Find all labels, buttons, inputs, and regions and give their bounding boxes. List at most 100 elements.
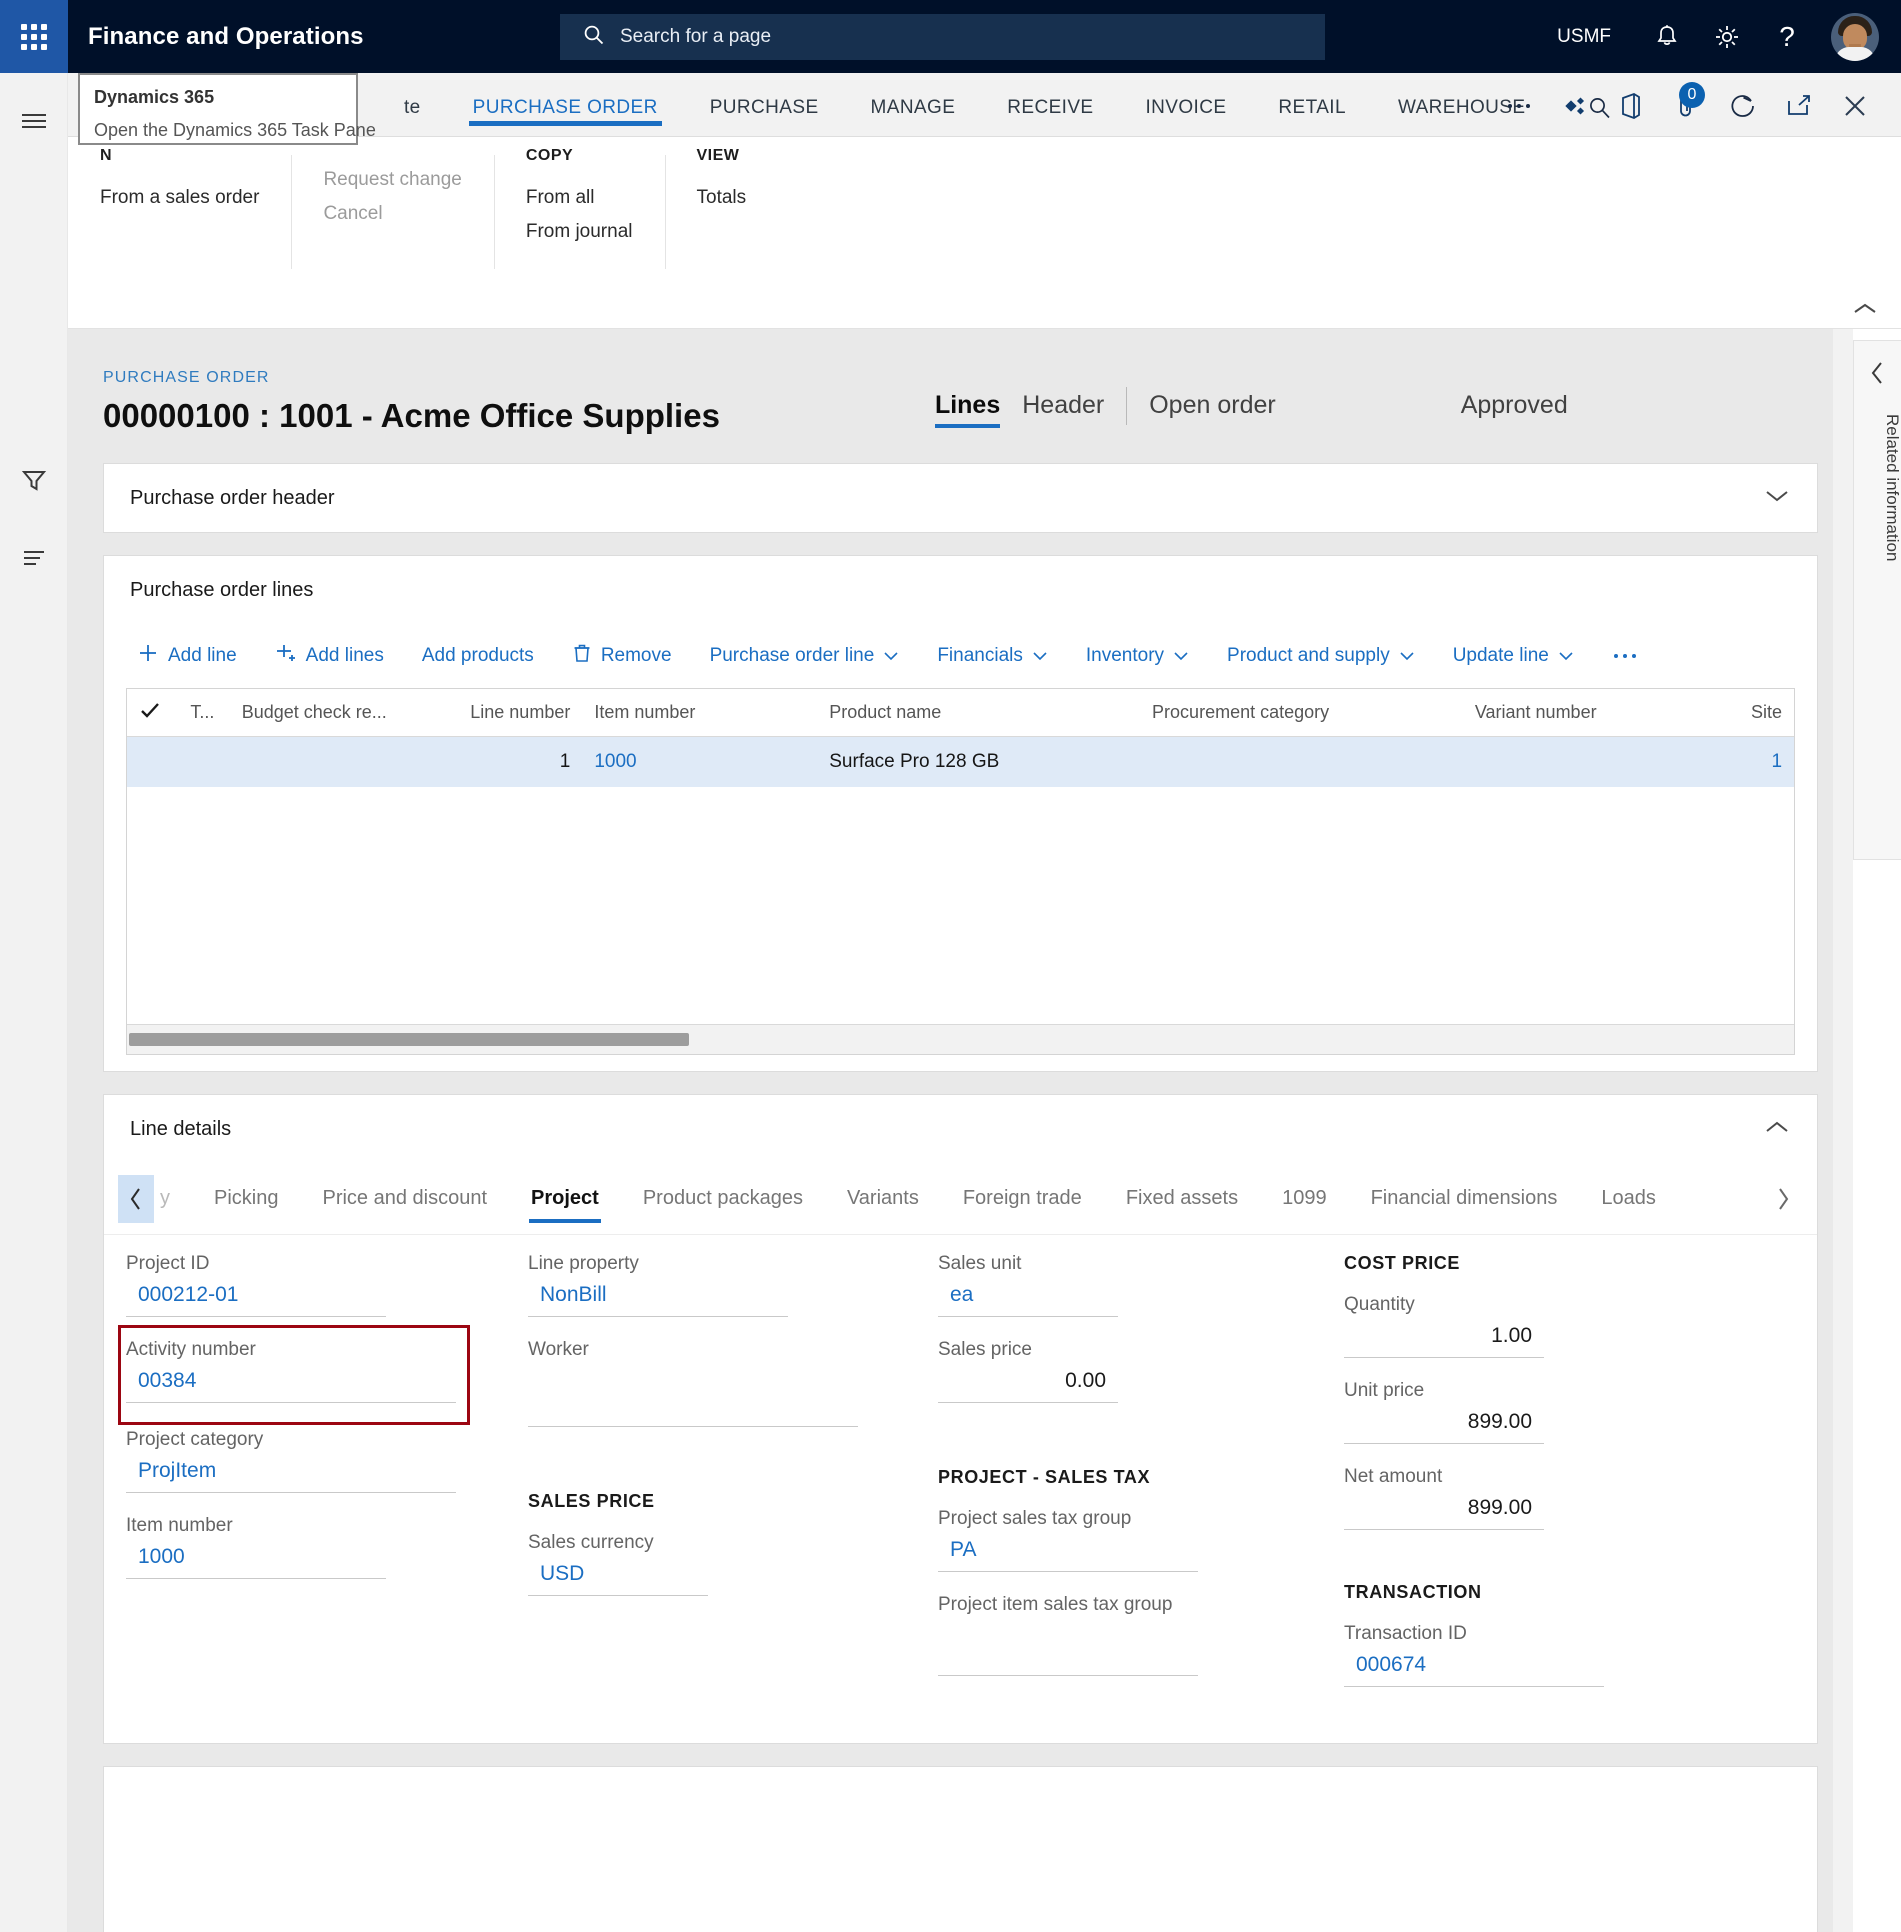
add-lines-button[interactable]: Add lines: [256, 642, 403, 670]
lines-overflow-menu[interactable]: [1593, 645, 1657, 667]
office-app-icon[interactable]: [1603, 84, 1659, 128]
scrollbar-thumb[interactable]: [129, 1033, 689, 1046]
ldtab-foreign-trade[interactable]: Foreign trade: [941, 1169, 1104, 1229]
tab-manage[interactable]: MANAGE: [845, 97, 982, 136]
ldtab-clipped[interactable]: y: [154, 1169, 192, 1229]
ldtab-project[interactable]: Project: [509, 1169, 621, 1229]
table-row[interactable]: 1 1000 Surface Pro 128 GB 1: [127, 737, 1794, 787]
hamburger-menu-icon[interactable]: [0, 91, 68, 151]
ellipsis-icon[interactable]: [1491, 84, 1547, 128]
action-group-heading: COPY: [525, 147, 574, 164]
column-header-site[interactable]: Site: [1708, 702, 1795, 723]
field-label: Net amount: [1344, 1466, 1443, 1487]
item-number-input[interactable]: 1000: [126, 1545, 386, 1579]
worker-input[interactable]: [528, 1369, 858, 1427]
field-project-item-sales-tax-group: Project item sales tax group: [938, 1594, 1324, 1676]
related-information-panel[interactable]: Related information: [1853, 340, 1901, 860]
project-sales-tax-group-input[interactable]: PA: [938, 1538, 1198, 1572]
update-line-menu[interactable]: Update line: [1434, 645, 1593, 667]
ldtab-price-and-discount[interactable]: Price and discount: [300, 1169, 509, 1229]
financials-menu[interactable]: Financials: [918, 645, 1067, 667]
share-icon[interactable]: [1547, 84, 1603, 128]
activity-number-input[interactable]: 00384: [126, 1369, 456, 1403]
totals-button[interactable]: Totals: [697, 181, 753, 215]
tab-clipped[interactable]: te: [378, 97, 447, 136]
cell-site[interactable]: 1: [1708, 751, 1795, 773]
order-state: Open order: [1149, 390, 1276, 419]
purchase-order-header-section[interactable]: Purchase order header: [103, 463, 1818, 533]
column-header-product-name[interactable]: Product name: [817, 702, 1140, 723]
select-all-checkbox[interactable]: [127, 700, 178, 725]
tab-purchase[interactable]: PURCHASE: [684, 97, 845, 136]
product-and-supply-menu[interactable]: Product and supply: [1208, 645, 1434, 667]
cancel-button[interactable]: Cancel: [323, 197, 461, 231]
approval-state: Approved: [1460, 390, 1568, 419]
chevron-down-icon[interactable]: [1763, 488, 1791, 509]
help-button[interactable]: ?: [1757, 0, 1817, 73]
project-item-sales-tax-group-input[interactable]: [938, 1624, 1198, 1676]
section-header[interactable]: Purchase order header: [104, 464, 1817, 532]
from-journal-button[interactable]: From journal: [526, 215, 633, 249]
add-line-button[interactable]: Add line: [118, 642, 256, 670]
ldtab-financial-dimensions[interactable]: Financial dimensions: [1349, 1169, 1580, 1229]
chevron-left-icon[interactable]: [118, 1174, 154, 1223]
quantity-input[interactable]: 1.00: [1344, 1324, 1544, 1358]
grid-vertical-scrollbar[interactable]: [1833, 329, 1853, 1932]
grid-horizontal-scrollbar[interactable]: [126, 1025, 1795, 1055]
column-header-line-number[interactable]: Line number: [426, 702, 583, 723]
tab-purchase-order[interactable]: PURCHASE ORDER: [447, 97, 684, 136]
avatar[interactable]: [1831, 12, 1879, 61]
company-selector[interactable]: USMF: [1531, 26, 1637, 48]
cell-item-number[interactable]: 1000: [582, 751, 817, 773]
ldtab-1099[interactable]: 1099: [1260, 1169, 1349, 1229]
column-header-budget-check[interactable]: Budget check re...: [230, 702, 426, 723]
plus-lines-icon: [275, 642, 297, 670]
remove-button[interactable]: Remove: [553, 642, 691, 670]
ldtab-product-packages[interactable]: Product packages: [621, 1169, 825, 1229]
column-header-type[interactable]: T...: [178, 702, 229, 723]
purchase-order-line-menu[interactable]: Purchase order line: [691, 645, 919, 667]
filter-icon[interactable]: [0, 451, 68, 511]
net-amount-input[interactable]: 899.00: [1344, 1496, 1544, 1530]
close-icon[interactable]: [1827, 84, 1883, 128]
ldtab-picking[interactable]: Picking: [192, 1169, 300, 1229]
request-change-button[interactable]: Request change: [323, 163, 461, 197]
from-a-sales-order-button[interactable]: From a sales order: [100, 181, 259, 215]
tab-header[interactable]: Header: [1022, 391, 1104, 428]
list-icon[interactable]: [0, 527, 68, 587]
tab-lines[interactable]: Lines: [934, 391, 1001, 428]
tab-invoice[interactable]: INVOICE: [1119, 97, 1252, 136]
sales-currency-input[interactable]: USD: [528, 1562, 708, 1596]
chevron-up-icon[interactable]: [1851, 301, 1879, 322]
inventory-menu[interactable]: Inventory: [1067, 645, 1208, 667]
notifications-button[interactable]: [1637, 0, 1697, 73]
ldtab-fixed-assets[interactable]: Fixed assets: [1104, 1169, 1260, 1229]
settings-button[interactable]: [1697, 0, 1757, 73]
column-header-procurement-category[interactable]: Procurement category: [1140, 702, 1463, 723]
app-launcher-button[interactable]: [0, 0, 68, 73]
chevron-up-icon[interactable]: [1763, 1119, 1791, 1140]
tab-receive[interactable]: RECEIVE: [981, 97, 1119, 136]
chevron-right-icon[interactable]: [1765, 1175, 1801, 1223]
line-property-input[interactable]: NonBill: [528, 1283, 788, 1317]
page-search-box[interactable]: Search for a page: [560, 14, 1325, 60]
section-header[interactable]: Line details: [104, 1095, 1817, 1163]
unit-price-input[interactable]: 899.00: [1344, 1410, 1544, 1444]
sales-unit-input[interactable]: ea: [938, 1283, 1118, 1317]
add-products-button[interactable]: Add products: [403, 645, 553, 667]
open-in-new-window-icon[interactable]: [1771, 84, 1827, 128]
transaction-id-input[interactable]: 000674: [1344, 1653, 1604, 1687]
ldtab-variants[interactable]: Variants: [825, 1169, 941, 1229]
refresh-icon[interactable]: [1715, 84, 1771, 128]
project-category-input[interactable]: ProjItem: [126, 1459, 456, 1493]
from-all-button[interactable]: From all: [526, 181, 633, 215]
chevron-left-icon[interactable]: [1854, 359, 1901, 392]
column-header-variant-number[interactable]: Variant number: [1463, 702, 1708, 723]
tab-retail[interactable]: RETAIL: [1252, 97, 1372, 136]
action-group-maintain: Request change Cancel: [291, 147, 493, 289]
project-id-input[interactable]: 000212-01: [126, 1283, 386, 1317]
sales-price-input[interactable]: 0.00: [938, 1369, 1118, 1403]
ldtab-loads[interactable]: Loads: [1579, 1169, 1678, 1229]
column-header-item-number[interactable]: Item number: [582, 702, 817, 723]
attachment-icon[interactable]: 0: [1659, 82, 1715, 128]
